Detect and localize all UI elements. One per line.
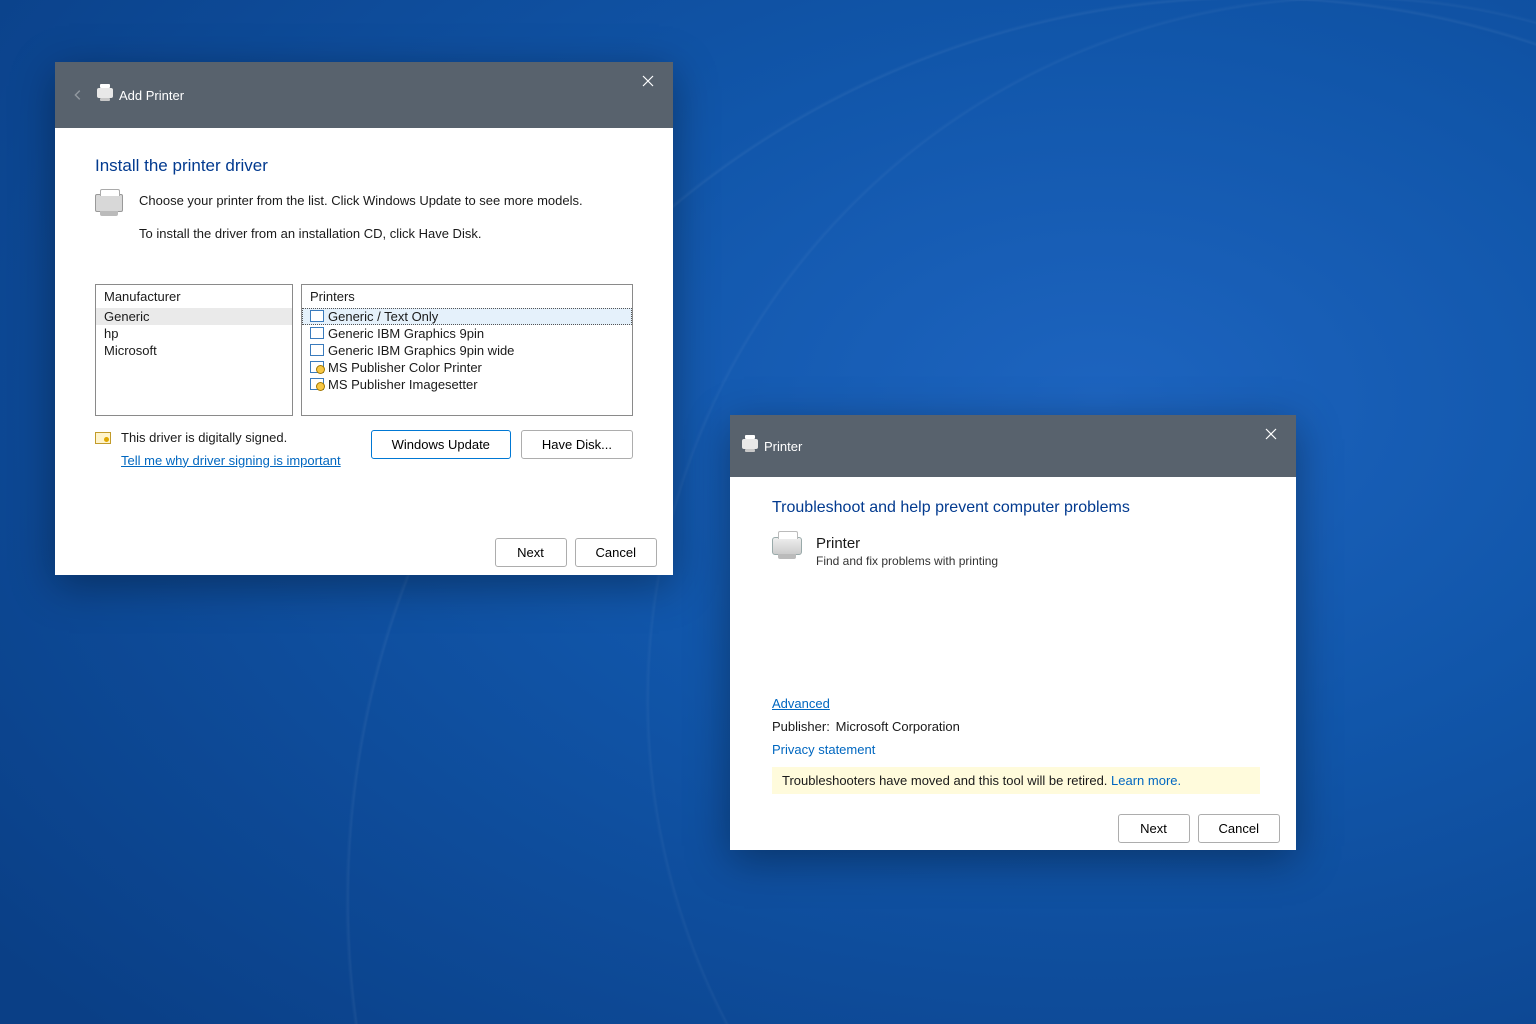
certificate-icon (95, 432, 111, 446)
cancel-button[interactable]: Cancel (575, 538, 657, 567)
cancel-button[interactable]: Cancel (1198, 814, 1280, 843)
manufacturer-listbox[interactable]: Manufacturer Generic hp Microsoft (95, 284, 293, 416)
privacy-statement-link[interactable]: Privacy statement (772, 742, 875, 757)
content-area: Troubleshoot and help prevent computer p… (730, 477, 1296, 806)
have-disk-button[interactable]: Have Disk... (521, 430, 633, 459)
titlebar[interactable]: Printer (730, 415, 1296, 477)
next-button[interactable]: Next (495, 538, 567, 567)
driver-icon (310, 344, 324, 356)
printer-troubleshooter-window: Printer Troubleshoot and help prevent co… (730, 415, 1296, 850)
instruction-line-1: Choose your printer from the list. Click… (139, 192, 583, 211)
signed-status-text: This driver is digitally signed. (121, 430, 341, 445)
notice-text: Troubleshooters have moved and this tool… (782, 773, 1111, 788)
windows-update-button[interactable]: Windows Update (371, 430, 511, 459)
page-heading: Install the printer driver (95, 156, 633, 176)
manufacturer-header: Manufacturer (96, 285, 292, 308)
titlebar[interactable]: Add Printer (55, 62, 673, 128)
content-area: Install the printer driver Choose your p… (55, 128, 673, 468)
driver-signed-icon (310, 361, 324, 373)
learn-more-link[interactable]: Learn more. (1111, 773, 1181, 788)
printer-listbox[interactable]: Printers Generic / Text Only Generic IBM… (301, 284, 633, 416)
retirement-notice: Troubleshooters have moved and this tool… (772, 767, 1260, 794)
window-title: Printer (764, 439, 802, 454)
manufacturer-item[interactable]: hp (96, 325, 292, 342)
manufacturer-item[interactable]: Microsoft (96, 342, 292, 359)
printer-item[interactable]: Generic / Text Only (302, 308, 632, 325)
printer-item[interactable]: Generic IBM Graphics 9pin (302, 325, 632, 342)
printer-item[interactable]: MS Publisher Color Printer (302, 359, 632, 376)
publisher-label: Publisher: (772, 719, 832, 734)
printer-item[interactable]: MS Publisher Imagesetter (302, 376, 632, 393)
driver-icon (310, 310, 324, 322)
publisher-value: Microsoft Corporation (836, 719, 960, 734)
printer-icon (97, 88, 113, 102)
wizard-footer: Next Cancel (55, 529, 673, 575)
printer-illustration-icon (772, 537, 802, 563)
driver-signing-link[interactable]: Tell me why driver signing is important (121, 453, 341, 468)
close-button[interactable] (1254, 421, 1288, 447)
troubleshooter-item-title: Printer (816, 535, 998, 552)
driver-icon (310, 327, 324, 339)
troubleshooter-item: Printer Find and fix problems with print… (772, 535, 1260, 568)
wizard-footer: Next Cancel (730, 806, 1296, 850)
printer-item[interactable]: Generic IBM Graphics 9pin wide (302, 342, 632, 359)
printer-illustration-icon (95, 194, 123, 258)
printer-header: Printers (302, 285, 632, 308)
window-title: Add Printer (119, 88, 184, 103)
page-heading: Troubleshoot and help prevent computer p… (772, 499, 1260, 517)
instruction-line-2: To install the driver from an installati… (139, 225, 583, 244)
add-printer-wizard-window: Add Printer Install the printer driver C… (55, 62, 673, 575)
printer-icon (742, 439, 758, 453)
next-button[interactable]: Next (1118, 814, 1190, 843)
close-button[interactable] (631, 68, 665, 94)
back-icon[interactable] (67, 84, 89, 106)
driver-signed-icon (310, 378, 324, 390)
advanced-link[interactable]: Advanced (772, 696, 830, 711)
manufacturer-item[interactable]: Generic (96, 308, 292, 325)
troubleshooter-item-subtitle: Find and fix problems with printing (816, 554, 998, 568)
